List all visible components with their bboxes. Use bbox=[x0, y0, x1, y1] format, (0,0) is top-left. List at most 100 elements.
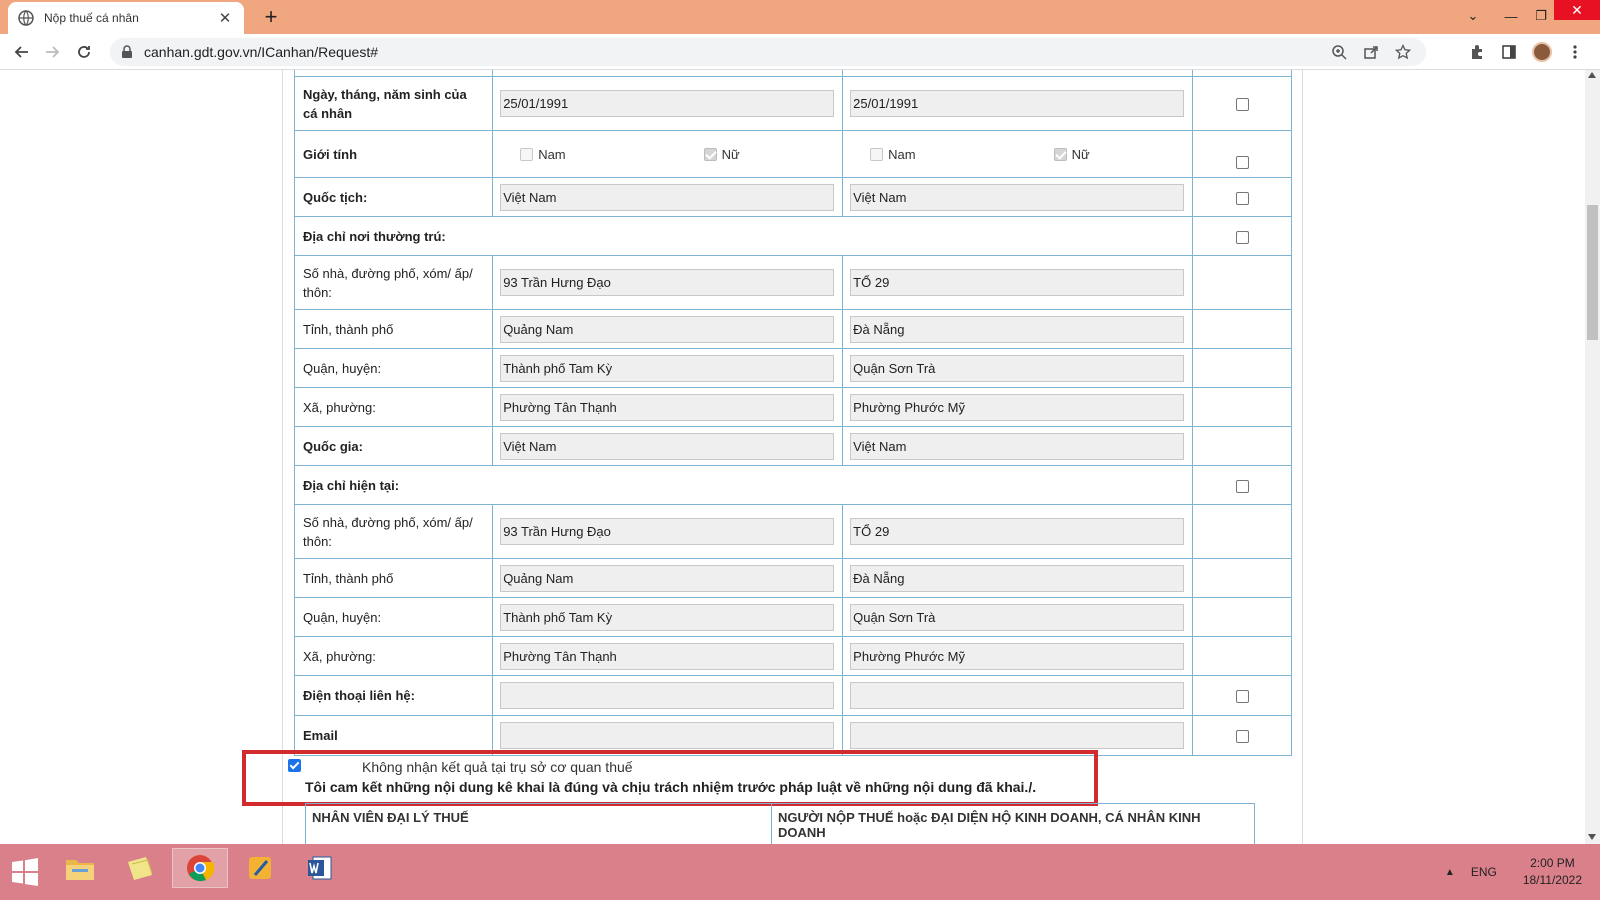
table-row: Quốc gia: Việt Nam Việt Nam bbox=[293, 426, 1292, 466]
change-checkbox[interactable] bbox=[1235, 155, 1249, 169]
minimize-icon[interactable]: — bbox=[1496, 0, 1526, 32]
new-value-input[interactable] bbox=[850, 722, 1185, 749]
gender-male-option[interactable]: Nam bbox=[520, 147, 566, 162]
new-value-cell: TỔ 29 bbox=[842, 504, 1194, 559]
gender-male-checkbox[interactable] bbox=[870, 147, 884, 161]
profile-avatar[interactable] bbox=[1532, 42, 1552, 62]
file-explorer-icon[interactable] bbox=[52, 848, 108, 888]
share-icon[interactable] bbox=[1362, 43, 1380, 61]
table-row: Số nhà, đường phố, xóm/ ấp/ thôn: 93 Trần… bbox=[293, 504, 1292, 559]
change-checkbox-cell bbox=[1192, 216, 1292, 256]
new-value-input[interactable]: Quận Sơn Trà bbox=[850, 354, 1185, 382]
new-value-input[interactable]: 25/01/1991 bbox=[850, 90, 1185, 117]
gender-female-label: Nữ bbox=[721, 146, 740, 162]
forward-icon[interactable] bbox=[38, 38, 66, 66]
scroll-up-icon[interactable] bbox=[1588, 72, 1596, 78]
tax-info-change-table: Ngày, tháng, năm sinh của cá nhân 25/01/1… bbox=[293, 70, 1292, 756]
new-value-input[interactable]: Phường Phước Mỹ bbox=[850, 393, 1185, 421]
new-value-input[interactable]: Việt Nam bbox=[850, 432, 1185, 460]
page-scrollbar[interactable] bbox=[1585, 70, 1600, 844]
old-value-input[interactable]: Việt Nam bbox=[500, 183, 835, 211]
window-close-icon[interactable]: ✕ bbox=[1554, 0, 1600, 20]
windows-taskbar: ▲ ENG 2:00 PM 18/11/2022 bbox=[0, 844, 1600, 900]
reload-icon[interactable] bbox=[70, 38, 98, 66]
new-value-input[interactable] bbox=[850, 682, 1185, 709]
change-checkbox-cell bbox=[1192, 636, 1292, 676]
old-value-input[interactable]: 93 Trần Hưng Đạo bbox=[500, 269, 835, 296]
new-value-cell: TỔ 29 bbox=[842, 255, 1194, 310]
old-value-input[interactable]: Quảng Nam bbox=[500, 564, 835, 592]
new-value-input[interactable]: Đà Nẵng bbox=[850, 315, 1185, 343]
change-checkbox-cell bbox=[1192, 675, 1292, 716]
bookmark-star-icon[interactable] bbox=[1394, 43, 1412, 61]
scroll-down-icon[interactable] bbox=[1588, 834, 1596, 840]
input-language[interactable]: ENG bbox=[1471, 865, 1497, 879]
old-value-cell bbox=[492, 675, 844, 716]
change-checkbox-cell bbox=[1192, 504, 1292, 559]
taskbar-clock[interactable]: 2:00 PM 18/11/2022 bbox=[1523, 855, 1582, 889]
old-value-cell: Việt Nam bbox=[492, 426, 844, 466]
scroll-thumb[interactable] bbox=[1587, 205, 1598, 340]
gender-male-checkbox[interactable] bbox=[520, 147, 534, 161]
old-value-input[interactable]: Thành phố Tam Kỳ bbox=[500, 603, 835, 631]
gender-female-option[interactable]: Nữ bbox=[1053, 147, 1090, 162]
gender-female-checkbox[interactable] bbox=[1053, 147, 1067, 161]
tab-search-icon[interactable]: ⌄ bbox=[1458, 0, 1488, 32]
tray-expand-icon[interactable]: ▲ bbox=[1445, 867, 1455, 878]
change-checkbox-cell bbox=[1192, 255, 1292, 310]
windows-start-icon[interactable] bbox=[10, 858, 40, 886]
old-value-input[interactable] bbox=[500, 682, 835, 709]
new-value-cell: Quận Sơn Trà bbox=[842, 348, 1194, 388]
gender-male-option[interactable]: Nam bbox=[870, 147, 916, 162]
old-value-cell: Thành phố Tam Kỳ bbox=[492, 348, 844, 388]
old-value-input[interactable]: 25/01/1991 bbox=[500, 90, 835, 117]
browser-tab-strip: Nộp thuế cá nhân ✕ + ⌄ — ❐ ✕ bbox=[0, 0, 1600, 34]
gender-female-option[interactable]: Nữ bbox=[703, 146, 740, 162]
old-value-cell: Phường Tân Thạnh bbox=[492, 387, 844, 427]
new-value-input[interactable]: Việt Nam bbox=[850, 183, 1185, 211]
change-checkbox-cell bbox=[1192, 177, 1292, 217]
change-checkbox[interactable] bbox=[1235, 730, 1249, 744]
browser-menu-icon[interactable] bbox=[1566, 43, 1584, 61]
change-checkbox[interactable] bbox=[1235, 191, 1249, 205]
change-checkbox[interactable] bbox=[1235, 690, 1249, 704]
new-tab-button[interactable]: + bbox=[258, 3, 284, 31]
zoom-icon[interactable] bbox=[1330, 43, 1348, 61]
word-icon[interactable] bbox=[292, 848, 348, 888]
new-value-input[interactable]: TỔ 29 bbox=[850, 518, 1185, 545]
old-value-input[interactable]: Việt Nam bbox=[500, 432, 835, 460]
no-pickup-checkbox[interactable] bbox=[288, 759, 301, 772]
tab-title: Nộp thuế cá nhân bbox=[44, 11, 139, 25]
sticky-notes-icon[interactable] bbox=[112, 848, 168, 888]
chrome-icon[interactable] bbox=[172, 848, 228, 888]
restore-icon[interactable]: ❐ bbox=[1526, 0, 1556, 32]
change-checkbox-cell bbox=[1192, 597, 1292, 637]
old-value-input[interactable]: Quảng Nam bbox=[500, 315, 835, 343]
extensions-icon[interactable] bbox=[1468, 43, 1486, 61]
change-checkbox[interactable] bbox=[1235, 230, 1249, 244]
change-checkbox[interactable] bbox=[1235, 479, 1249, 493]
new-value-input[interactable]: Quận Sơn Trà bbox=[850, 603, 1185, 631]
change-checkbox-cell bbox=[1192, 558, 1292, 598]
new-value-input[interactable]: Đà Nẵng bbox=[850, 564, 1185, 592]
old-value-input[interactable]: Thành phố Tam Kỳ bbox=[500, 354, 835, 382]
tab-close-icon[interactable]: ✕ bbox=[216, 9, 234, 27]
old-value-input[interactable]: 93 Trần Hưng Đạo bbox=[500, 518, 835, 545]
old-value-input[interactable] bbox=[500, 722, 835, 749]
notes-app-icon[interactable] bbox=[232, 848, 288, 888]
gender-female-checkbox[interactable] bbox=[703, 147, 717, 161]
side-panel-icon[interactable] bbox=[1500, 43, 1518, 61]
agent-signature-header: NHÂN VIÊN ĐẠI LÝ THUẾ bbox=[305, 803, 772, 844]
row-label: Tỉnh, thành phố bbox=[293, 558, 494, 598]
back-icon[interactable] bbox=[8, 38, 36, 66]
address-bar[interactable]: canhan.gdt.gov.vn/ICanhan/Request# bbox=[110, 38, 1426, 66]
row-label: Xã, phường: bbox=[293, 387, 494, 427]
old-value-input[interactable]: Phường Tân Thạnh bbox=[500, 393, 835, 421]
new-value-input[interactable]: Phường Phước Mỹ bbox=[850, 642, 1185, 670]
old-value-cell: Việt Nam bbox=[492, 177, 844, 217]
change-checkbox[interactable] bbox=[1235, 98, 1249, 112]
old-value-input[interactable]: Phường Tân Thạnh bbox=[500, 642, 835, 670]
browser-tab[interactable]: Nộp thuế cá nhân ✕ bbox=[8, 2, 244, 34]
new-value-input[interactable]: TỔ 29 bbox=[850, 269, 1185, 296]
new-value-cell: Phường Phước Mỹ bbox=[842, 636, 1194, 676]
